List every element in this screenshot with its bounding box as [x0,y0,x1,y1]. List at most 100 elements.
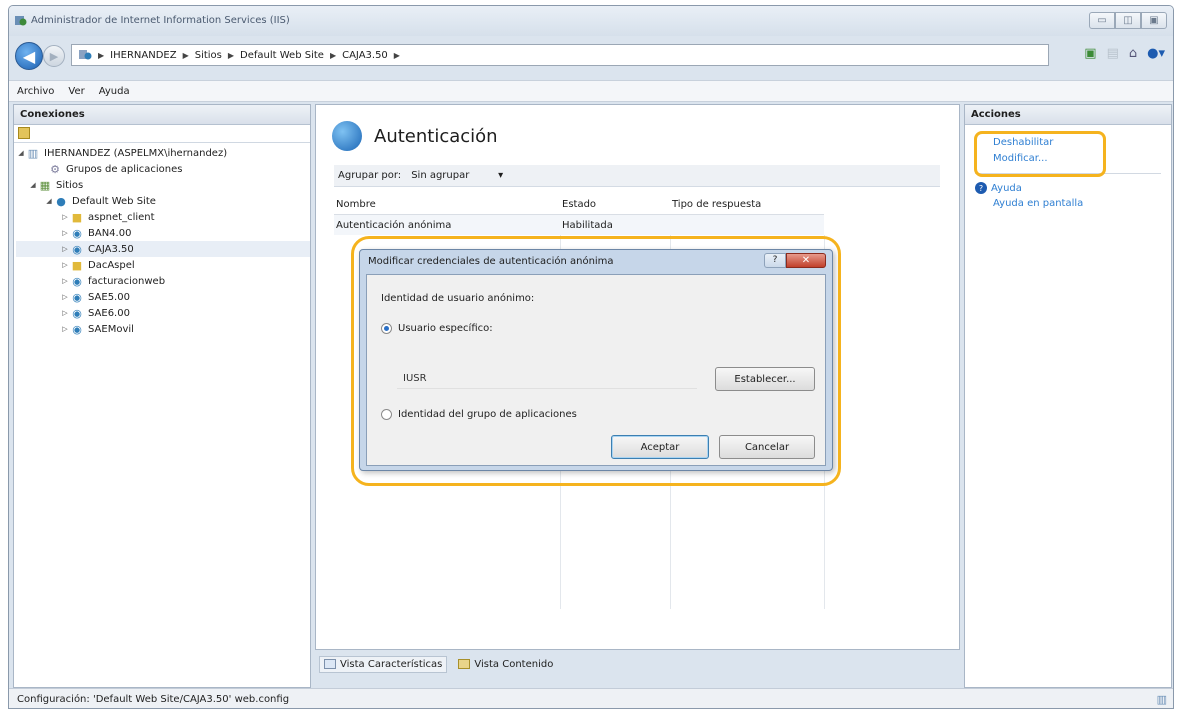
breadcrumb-sites[interactable]: Sitios [195,50,222,61]
tree-node-label: IHERNANDEZ (ASPELMX\ihernandez) [44,147,228,159]
tree-node-label: BAN4.00 [88,227,132,239]
web-app-icon: ◉ [72,274,82,288]
window-controls: ▭ ◫ ▣ [1089,12,1167,29]
group-by-select[interactable]: Sin agrupar ▾ [407,168,507,184]
expand-toggle-icon[interactable]: ▷ [60,325,70,333]
web-app-icon: ◉ [72,242,82,256]
tab-label: Vista Características [340,658,443,670]
collapse-toggle-icon[interactable]: ◢ [28,181,38,189]
authentication-globe-icon [332,121,362,151]
actions-panel: Acciones Deshabilitar Modificar... ? Ayu… [964,104,1172,688]
status-network-icon: ▥ [1156,693,1167,706]
tree-node-label: Sitios [56,179,84,191]
folder-icon: ■ [71,210,83,224]
expand-toggle-icon[interactable]: ▷ [60,309,70,317]
page-title: Autenticación [374,125,498,147]
help-icon: ? [975,182,987,194]
title-bar: Administrador de Internet Information Se… [9,6,1173,36]
status-text: Configuración: 'Default Web Site/CAJA3.5… [17,694,290,705]
features-grid: Nombre Estado Tipo de respuesta Autentic… [334,195,824,235]
connect-icon[interactable]: ▣ [1084,46,1096,61]
collapse-toggle-icon[interactable]: ◢ [44,197,54,205]
group-by-value: Sin agrupar [411,170,470,181]
tree-node-label: DacAspel [88,259,135,271]
grid-header: Nombre Estado Tipo de respuesta [334,195,824,215]
stop-icon[interactable]: ▤ [1107,46,1119,61]
tree-node-default-web-site[interactable]: ◢ ● Default Web Site [16,193,310,209]
breadcrumb-server[interactable]: IHERNANDEZ [110,50,176,61]
breadcrumb-default-web-site[interactable]: Default Web Site [240,50,324,61]
breadcrumb-separator-icon: ▶ [393,50,400,60]
column-header-response[interactable]: Tipo de respuesta [670,199,824,210]
tree-node-ban[interactable]: ▷ ◉ BAN4.00 [16,225,310,241]
table-row[interactable]: Autenticación anónima Habilitada [334,215,824,235]
expand-toggle-icon[interactable]: ▷ [60,261,70,269]
tree-node-caja[interactable]: ▷ ◉ CAJA3.50 [16,241,310,257]
tree-node-dacaspel[interactable]: ▷ ■ DacAspel [16,257,310,273]
web-app-icon: ◉ [72,226,82,240]
dropdown-arrow-icon: ▾ [498,170,504,181]
web-app-icon: ◉ [72,290,82,304]
column-header-state[interactable]: Estado [560,199,670,210]
help-dropdown-icon[interactable]: ●▾ [1147,46,1165,61]
status-bar: Configuración: 'Default Web Site/CAJA3.5… [9,688,1173,708]
expand-toggle-icon[interactable]: ▷ [60,229,70,237]
tree-node-sites[interactable]: ◢ ▦ Sitios [16,177,310,193]
nav-tools: ▣ ▤ ⌂ ●▾ [1084,46,1165,61]
back-arrow-icon: ◀ [22,46,36,66]
close-window-button[interactable]: ▣ [1141,12,1167,29]
tree-node-sae6[interactable]: ▷ ◉ SAE6.00 [16,305,310,321]
row-name: Autenticación anónima [336,219,452,231]
tree-node-label: facturacionweb [88,275,166,287]
back-button[interactable]: ◀ [15,42,43,70]
connections-panel: Conexiones ◢ ▥ IHERNANDEZ (ASPELMX\ihern… [13,104,311,688]
column-header-name[interactable]: Nombre [334,199,560,210]
tab-content-view[interactable]: Vista Contenido [453,656,558,673]
forward-button[interactable]: ▶ [43,45,65,67]
tree-node-server[interactable]: ◢ ▥ IHERNANDEZ (ASPELMX\ihernandez) [16,145,310,161]
tree-node-sae5[interactable]: ▷ ◉ SAE5.00 [16,289,310,305]
expand-toggle-icon[interactable]: ▷ [60,213,70,221]
action-help-label: Ayuda [991,182,1022,194]
tree-node-label: CAJA3.50 [88,243,134,255]
iis-app-icon [15,16,27,26]
web-app-icon: ◉ [72,306,82,320]
breadcrumb-separator-icon: ▶ [182,50,189,60]
row-state: Habilitada [562,219,613,231]
expand-toggle-icon[interactable]: ▷ [60,245,70,253]
forward-arrow-icon: ▶ [49,49,59,63]
collapse-toggle-icon[interactable]: ◢ [16,149,26,157]
connections-tree: ◢ ▥ IHERNANDEZ (ASPELMX\ihernandez) ⚙ Gr… [14,143,310,337]
actions-highlight-outline [974,131,1106,177]
tree-node-label: Grupos de aplicaciones [66,163,183,175]
maximize-button[interactable]: ◫ [1115,12,1141,29]
action-online-help[interactable]: Ayuda en pantalla [965,196,1171,212]
tree-node-saemovil[interactable]: ▷ ◉ SAEMovil [16,321,310,337]
globe-icon: ● [56,194,66,208]
connections-header: Conexiones [14,105,310,125]
sites-icon: ▦ [39,178,51,192]
expand-toggle-icon[interactable]: ▷ [60,277,70,285]
tree-node-label: aspnet_client [88,211,155,223]
menu-archivo[interactable]: Archivo [17,86,54,97]
breadcrumb-separator-icon: ▶ [329,50,337,60]
view-tabs: Vista Características Vista Contenido [315,653,960,675]
address-breadcrumb[interactable]: ▶ IHERNANDEZ ▶ Sitios ▶ Default Web Site… [71,44,1049,66]
create-connection-icon[interactable] [18,127,30,139]
features-view-icon [324,659,336,669]
menu-ver[interactable]: Ver [68,86,84,97]
folder-icon: ■ [71,258,83,272]
action-help[interactable]: ? Ayuda [965,180,1171,196]
navigation-bar: ◀ ▶ ▶ IHERNANDEZ ▶ Sitios ▶ Default Web … [9,36,1173,80]
breadcrumb-caja[interactable]: CAJA3.50 [342,50,388,61]
web-app-icon: ◉ [72,322,82,336]
tree-node-facturacionweb[interactable]: ▷ ◉ facturacionweb [16,273,310,289]
tab-features-view[interactable]: Vista Características [319,655,448,673]
actions-header: Acciones [965,105,1171,125]
minimize-button[interactable]: ▭ [1089,12,1115,29]
tree-node-aspnet-client[interactable]: ▷ ■ aspnet_client [16,209,310,225]
tree-node-app-pools[interactable]: ⚙ Grupos de aplicaciones [16,161,310,177]
expand-toggle-icon[interactable]: ▷ [60,293,70,301]
home-icon[interactable]: ⌂ [1129,46,1137,61]
menu-ayuda[interactable]: Ayuda [99,86,130,97]
